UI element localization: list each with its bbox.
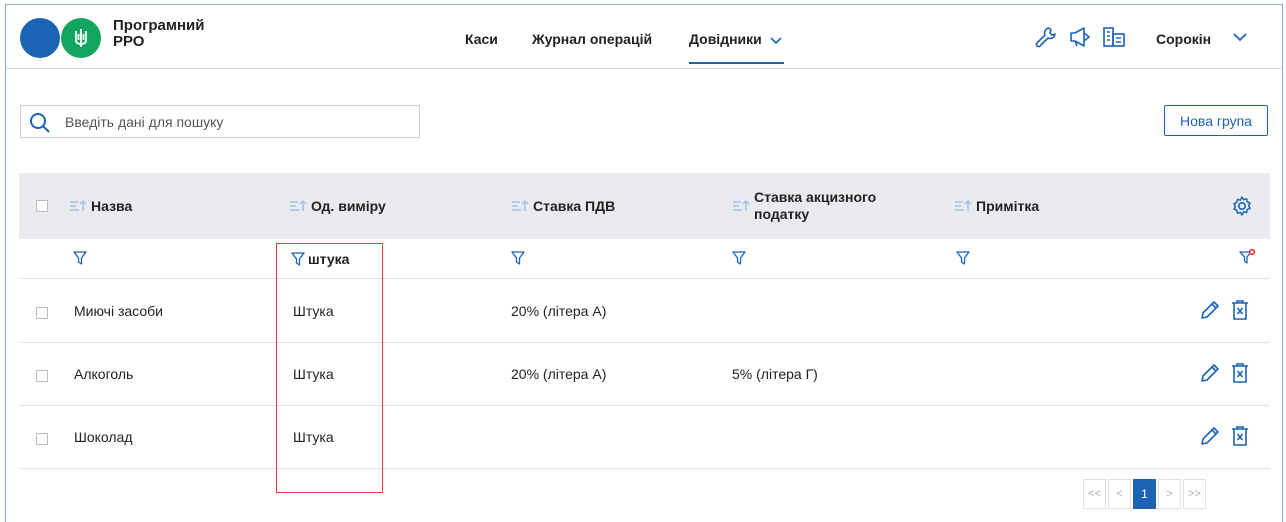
- delete-trash-icon[interactable]: [1230, 425, 1250, 451]
- cell-name: Алкоголь: [74, 366, 134, 382]
- filter-vat-funnel-icon[interactable]: [511, 251, 525, 265]
- column-excise-label: Ставка акцизного податку: [754, 189, 876, 223]
- nav-directories[interactable]: Довідники: [689, 31, 784, 65]
- table-row[interactable]: Шоколад Штука: [19, 406, 1270, 469]
- search-input[interactable]: [65, 106, 415, 137]
- sort-icon: [955, 199, 972, 211]
- column-excise-label-line1: Ставка акцизного: [754, 189, 877, 205]
- sort-icon: [733, 199, 750, 211]
- app-title-line1: Програмний: [113, 17, 205, 34]
- cell-name: Шоколад: [74, 429, 133, 445]
- column-header-vat[interactable]: Ставка ПДВ: [511, 173, 615, 239]
- table-row[interactable]: Алкоголь Штука 20% (літера А) 5% (літера…: [19, 343, 1270, 406]
- column-header-unit[interactable]: Од. виміру: [289, 173, 386, 239]
- filter-excise-funnel-icon[interactable]: [732, 251, 746, 265]
- logo-circle-blue: [20, 18, 60, 58]
- column-header-excise[interactable]: Ставка акцизного податку: [732, 173, 876, 239]
- column-header-note[interactable]: Примітка: [954, 173, 1039, 239]
- pagination-prev-button[interactable]: <: [1108, 479, 1131, 509]
- table-settings-gear-icon[interactable]: [1231, 195, 1253, 221]
- column-name-label: Назва: [91, 198, 133, 214]
- organization-icon[interactable]: [1102, 25, 1126, 53]
- pagination-next-button[interactable]: >: [1158, 479, 1181, 509]
- nav-operations-journal[interactable]: Журнал операцій: [532, 31, 652, 47]
- nav-directories-label: Довідники: [689, 31, 762, 47]
- row-checkbox[interactable]: [36, 433, 48, 445]
- cell-vat: 20% (літера А): [511, 303, 607, 319]
- search-box: [20, 105, 420, 138]
- column-vat-label: Ставка ПДВ: [533, 198, 616, 214]
- app-window: Програмний РРО Каси Журнал операцій Дові…: [5, 4, 1283, 522]
- unit-column-highlight-box: [276, 243, 383, 493]
- clear-filters-icon[interactable]: [1239, 248, 1257, 266]
- search-icon: [30, 113, 50, 133]
- filter-note-funnel-icon[interactable]: [956, 251, 970, 265]
- column-note-label: Примітка: [976, 198, 1040, 214]
- select-all-checkbox[interactable]: [36, 200, 48, 212]
- delete-trash-icon[interactable]: [1230, 362, 1250, 388]
- pagination-first-button[interactable]: <<: [1083, 479, 1106, 509]
- chevron-down-icon: [770, 32, 782, 48]
- filter-row: штука: [19, 239, 1270, 279]
- pagination-page-button[interactable]: 1: [1133, 479, 1156, 509]
- app-title: Програмний РРО: [113, 18, 233, 50]
- sort-icon: [70, 199, 87, 211]
- app-title-line2: РРО: [113, 33, 145, 50]
- user-menu-chevron-icon[interactable]: [1232, 29, 1248, 49]
- sort-icon: [512, 199, 529, 211]
- pagination-last-button[interactable]: >>: [1183, 479, 1206, 509]
- edit-pencil-icon[interactable]: [1199, 299, 1221, 325]
- delete-trash-icon[interactable]: [1230, 299, 1250, 325]
- top-header: Програмний РРО Каси Журнал операцій Дові…: [6, 5, 1282, 69]
- new-group-button[interactable]: Нова група: [1164, 105, 1268, 136]
- edit-pencil-icon[interactable]: [1199, 362, 1221, 388]
- cell-name: Миючі засоби: [74, 303, 163, 319]
- table-header: Назва Од. виміру Ставка ПДВ Ставка акциз…: [19, 173, 1270, 239]
- cell-vat: 20% (літера А): [511, 366, 607, 382]
- edit-pencil-icon[interactable]: [1199, 425, 1221, 451]
- row-checkbox[interactable]: [36, 307, 48, 319]
- table-row[interactable]: Миючі засоби Штука 20% (літера А): [19, 280, 1270, 343]
- nav-cash-registers[interactable]: Каси: [465, 31, 498, 47]
- user-name[interactable]: Сорокін: [1156, 31, 1211, 47]
- column-header-name[interactable]: Назва: [69, 173, 132, 239]
- pagination: << < 1 > >>: [1081, 479, 1206, 509]
- column-excise-label-line2: податку: [754, 206, 810, 222]
- filter-name-funnel-icon[interactable]: [73, 251, 87, 265]
- sort-icon: [290, 199, 307, 211]
- megaphone-icon[interactable]: [1068, 25, 1092, 53]
- wrench-icon[interactable]: [1034, 25, 1058, 53]
- column-unit-label: Од. виміру: [311, 198, 386, 214]
- row-checkbox[interactable]: [36, 370, 48, 382]
- trident-logo-icon: [61, 18, 101, 58]
- cell-excise: 5% (літера Г): [732, 366, 818, 382]
